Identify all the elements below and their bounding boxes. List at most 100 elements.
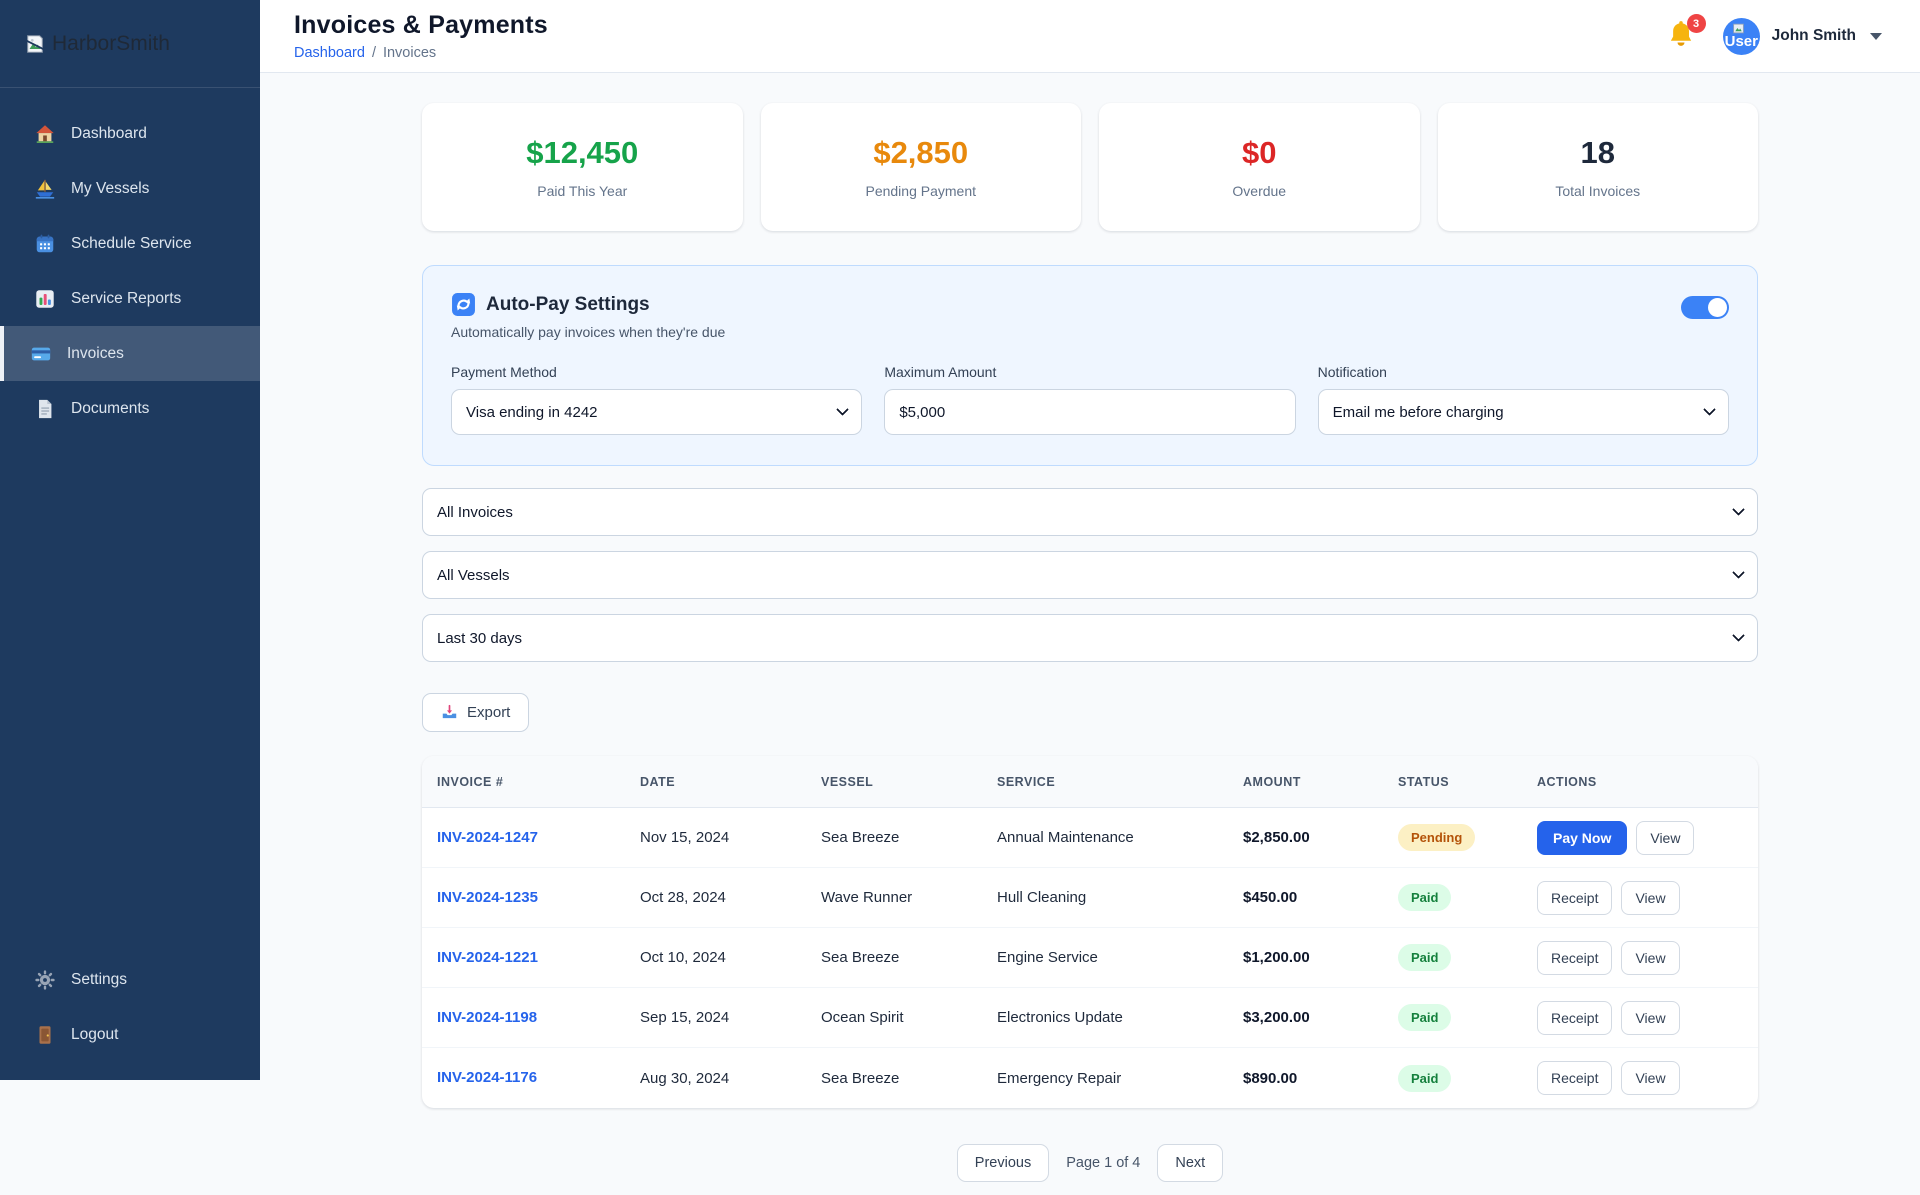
amount-cell: $450.00 — [1243, 889, 1298, 906]
sidebar-item-logout[interactable]: Logout — [0, 1007, 260, 1062]
view-button[interactable]: View — [1621, 940, 1680, 975]
sidebar-nav: Dashboard My Vessels Schedule Service Se… — [0, 88, 260, 436]
stats-grid: $12,450 Paid This Year $2,850 Pending Pa… — [422, 103, 1758, 231]
avatar-alt-text: User — [1724, 32, 1758, 50]
autopay-subtitle: Automatically pay invoices when they're … — [451, 324, 726, 340]
autopay-toggle[interactable] — [1681, 296, 1729, 319]
invoice-link[interactable]: INV-2024-1235 — [437, 889, 538, 906]
invoices-table: INVOICE # DATE VESSEL SERVICE AMOUNT STA… — [422, 756, 1758, 1108]
vessel-filter: All Vessels — [422, 551, 1758, 599]
stat-card-total-invoices: 18 Total Invoices — [1437, 103, 1758, 231]
next-page-button[interactable]: Next — [1157, 1144, 1224, 1182]
avatar: User — [1722, 17, 1760, 55]
pagination: Previous Page 1 of 4 Next — [422, 1108, 1758, 1195]
sidebar-item-my-vessels[interactable]: My Vessels — [0, 161, 260, 216]
autopay-panel: Auto-Pay Settings Automatically pay invo… — [422, 265, 1758, 466]
stat-value: $2,850 — [873, 135, 969, 170]
vessel-cell: Sea Breeze — [821, 1069, 900, 1087]
invoice-status-filter: All Invoices — [422, 488, 1758, 536]
receipt-button[interactable]: Receipt — [1537, 880, 1613, 915]
service-cell: Emergency Repair — [997, 1069, 1122, 1087]
document-icon — [34, 398, 56, 420]
invoice-link[interactable]: INV-2024-1198 — [437, 1009, 537, 1026]
autopay-title: Auto-Pay Settings — [486, 293, 650, 315]
table-row: INV-2024-1235 Oct 28, 2024 Wave Runner H… — [422, 868, 1758, 928]
sidebar-item-settings[interactable]: Settings — [0, 952, 260, 1007]
receipt-button[interactable]: Receipt — [1537, 1000, 1613, 1035]
house-icon — [34, 123, 56, 145]
export-button[interactable]: Export — [422, 693, 530, 732]
breadcrumb-dashboard-link[interactable]: Dashboard — [294, 45, 365, 61]
date-cell: Nov 15, 2024 — [640, 829, 730, 846]
sidebar-item-label: Invoices — [67, 344, 124, 362]
view-button[interactable]: View — [1621, 1000, 1680, 1035]
sidebar-item-service-reports[interactable]: Service Reports — [0, 271, 260, 326]
toggle-knob — [1708, 298, 1727, 317]
service-cell: Engine Service — [997, 949, 1098, 966]
vessel-select[interactable]: All Vessels — [422, 551, 1758, 599]
stat-card-overdue: $0 Overdue — [1099, 103, 1420, 231]
stat-card-paid-this-year: $12,450 Paid This Year — [422, 103, 743, 231]
status-badge: Paid — [1398, 1004, 1452, 1031]
gear-icon — [34, 969, 56, 991]
breadcrumb-current: Invoices — [382, 45, 437, 61]
receipt-button[interactable]: Receipt — [1537, 940, 1613, 975]
date-cell: Sep 15, 2024 — [640, 1009, 730, 1026]
pay-now-button[interactable]: Pay Now — [1537, 820, 1628, 855]
notification-select[interactable]: Email me before charging — [1317, 389, 1729, 435]
logo-alt-text: HarborSmith — [52, 31, 170, 55]
user-name: John Smith — [1771, 27, 1856, 44]
user-menu[interactable]: User John Smith — [1722, 17, 1882, 55]
sidebar-item-label: Schedule Service — [71, 234, 192, 252]
stat-value: 18 — [1580, 135, 1615, 170]
sidebar-item-dashboard[interactable]: Dashboard — [0, 106, 260, 161]
invoice-link[interactable]: INV-2024-1247 — [437, 829, 538, 846]
maximum-amount-input[interactable] — [884, 389, 1296, 435]
column-header-actions: ACTIONS — [1537, 774, 1597, 789]
status-badge: Paid — [1398, 944, 1452, 971]
date-cell: Oct 10, 2024 — [640, 949, 726, 966]
broken-image-icon — [24, 33, 46, 55]
stat-value: $0 — [1242, 135, 1277, 170]
vessel-cell: Ocean Spirit — [821, 1009, 904, 1026]
date-range-select[interactable]: Last 30 days — [422, 614, 1758, 662]
date-cell: Oct 28, 2024 — [640, 889, 726, 906]
stat-label: Total Invoices — [1555, 183, 1641, 199]
sidebar-footer: Settings Logout — [0, 952, 260, 1062]
maximum-amount-field: Maximum Amount — [884, 364, 1296, 435]
view-button[interactable]: View — [1621, 880, 1680, 915]
status-badge: Paid — [1398, 884, 1452, 911]
sidebar-item-schedule-service[interactable]: Schedule Service — [0, 216, 260, 271]
service-cell: Electronics Update — [997, 1009, 1123, 1026]
view-button[interactable]: View — [1636, 820, 1695, 855]
sidebar-item-documents[interactable]: Documents — [0, 381, 260, 436]
stat-label: Paid This Year — [537, 183, 628, 199]
service-cell: Annual Maintenance — [997, 829, 1134, 846]
view-button[interactable]: View — [1621, 1061, 1680, 1095]
payment-method-select[interactable]: Visa ending in 4242 — [451, 389, 863, 435]
inbox-tray-icon — [442, 704, 457, 719]
export-button-label: Export — [467, 704, 511, 721]
receipt-button[interactable]: Receipt — [1537, 1061, 1613, 1095]
invoice-link[interactable]: INV-2024-1176 — [437, 1069, 537, 1086]
previous-page-button[interactable]: Previous — [956, 1144, 1050, 1182]
table-header-row: INVOICE # DATE VESSEL SERVICE AMOUNT STA… — [422, 756, 1758, 808]
date-cell: Aug 30, 2024 — [640, 1069, 730, 1087]
amount-cell: $890.00 — [1243, 1069, 1298, 1087]
topbar: Invoices & Payments Dashboard / Invoices 3… — [260, 0, 1920, 73]
notifications-button[interactable]: 3 — [1665, 14, 1706, 54]
table-row: INV-2024-1247 Nov 15, 2024 Sea Breeze An… — [422, 808, 1758, 868]
sidebar-item-invoices[interactable]: Invoices — [0, 326, 260, 381]
invoice-link[interactable]: INV-2024-1221 — [437, 949, 538, 966]
door-icon — [34, 1024, 56, 1046]
stat-label: Overdue — [1232, 183, 1287, 199]
logo: HarborSmith — [0, 0, 260, 88]
invoice-status-select[interactable]: All Invoices — [422, 488, 1758, 536]
column-header-vessel: VESSEL — [821, 774, 874, 789]
page-status: Page 1 of 4 — [1066, 1155, 1141, 1171]
payment-method-label: Payment Method — [451, 364, 557, 380]
topbar-right: 3 User John Smith — [1665, 14, 1882, 55]
status-badge: Paid — [1398, 1064, 1452, 1092]
stat-label: Pending Payment — [865, 183, 977, 199]
status-badge: Pending — [1398, 824, 1476, 851]
